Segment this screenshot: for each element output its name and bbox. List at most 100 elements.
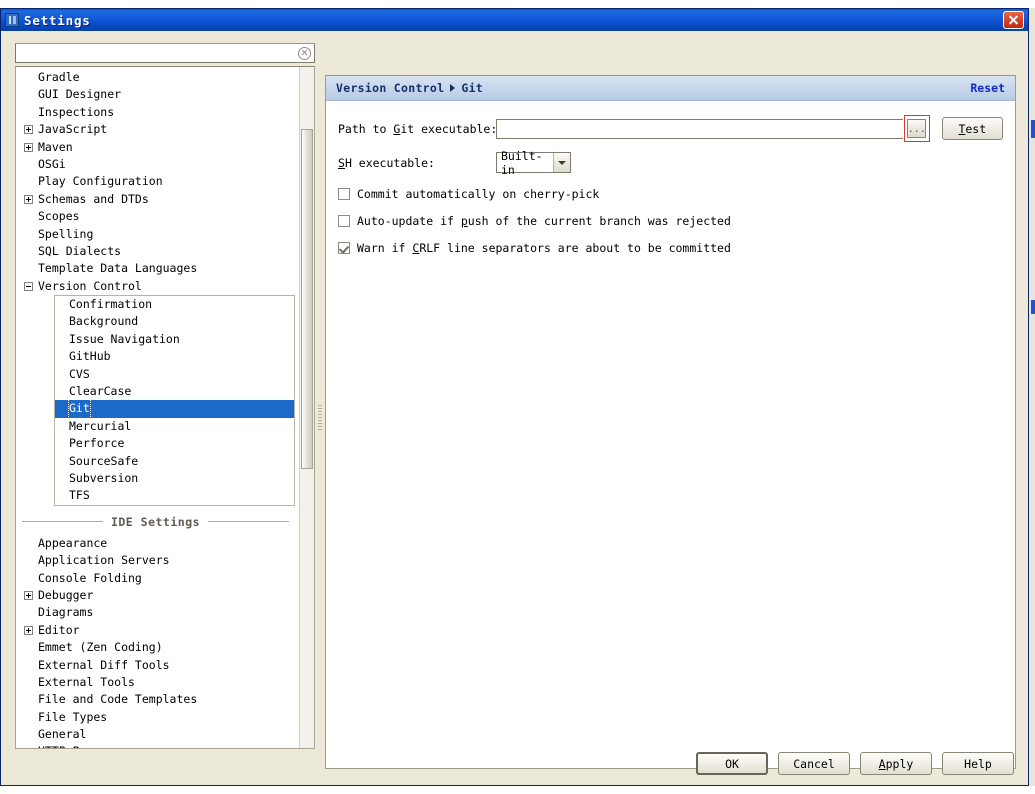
sidebar-item-play-configuration[interactable]: Play Configuration xyxy=(16,173,299,190)
sidebar-item-appearance[interactable]: Appearance xyxy=(16,535,299,552)
sidebar-item-javascript[interactable]: JavaScript xyxy=(16,121,299,138)
sidebar-item-label: SQL Dialects xyxy=(38,243,122,258)
splitter-grip[interactable] xyxy=(318,405,322,431)
sidebar-item-label: JavaScript xyxy=(38,122,108,137)
tree-spacer-icon xyxy=(24,91,33,100)
sidebar-item-sql-dialects[interactable]: SQL Dialects xyxy=(16,243,299,260)
app-icon xyxy=(5,13,19,27)
git-path-input[interactable] xyxy=(496,118,903,139)
browse-button[interactable]: ... xyxy=(907,119,927,138)
test-button[interactable]: Test xyxy=(941,117,1003,140)
sidebar-item-gradle[interactable]: Gradle xyxy=(16,69,299,86)
sidebar-item-file-and-code-templates[interactable]: File and Code Templates xyxy=(16,691,299,708)
sidebar-item-mercurial[interactable]: Mercurial xyxy=(55,418,294,435)
sidebar-item-github[interactable]: GitHub xyxy=(55,348,294,365)
tree-spacer-icon xyxy=(24,556,33,565)
sidebar-item-external-diff-tools[interactable]: External Diff Tools xyxy=(16,657,299,674)
sidebar-item-issue-navigation[interactable]: Issue Navigation xyxy=(55,331,294,348)
sidebar-item-cvs[interactable]: CVS xyxy=(55,366,294,383)
checkbox-1-unchecked[interactable] xyxy=(338,188,350,200)
sidebar-item-label: File Types xyxy=(38,709,108,724)
sidebar-item-sourcesafe[interactable]: SourceSafe xyxy=(55,453,294,470)
sidebar-item-editor[interactable]: Editor xyxy=(16,622,299,639)
sidebar-item-label: Gradle xyxy=(38,70,80,84)
tree-spacer-icon xyxy=(24,108,33,117)
collapse-icon[interactable] xyxy=(24,281,33,291)
reset-link[interactable]: Reset xyxy=(970,81,1005,95)
sidebar-item-git[interactable]: Git xyxy=(55,399,294,419)
chevron-down-icon[interactable] xyxy=(553,153,570,172)
sidebar-item-scopes[interactable]: Scopes xyxy=(16,208,299,225)
checkbox-3-checked[interactable] xyxy=(338,242,350,254)
git-option-row-2[interactable]: Auto-update if push of the current branc… xyxy=(338,214,1003,228)
sidebar-item-general[interactable]: General xyxy=(16,726,299,743)
git-option-row-1[interactable]: Commit automatically on cherry-pick xyxy=(338,187,1003,201)
sidebar-item-file-types[interactable]: File Types xyxy=(16,709,299,726)
checkbox-2-unchecked[interactable] xyxy=(338,215,350,227)
sidebar-item-label: Schemas and DTDs xyxy=(38,191,149,206)
separator-line-left xyxy=(22,521,103,523)
sidebar-item-osgi[interactable]: OSGi xyxy=(16,156,299,173)
sidebar-item-console-folding[interactable]: Console Folding xyxy=(16,570,299,587)
sidebar-item-label: Emmet (Zen Coding) xyxy=(38,640,163,655)
sidebar-item-emmet-zen-coding[interactable]: Emmet (Zen Coding) xyxy=(16,639,299,656)
sidebar-item-background[interactable]: Background xyxy=(55,313,294,330)
help-button[interactable]: Help xyxy=(942,752,1014,775)
sidebar-item-schemas-and-dtds[interactable]: Schemas and DTDs xyxy=(16,191,299,208)
sidebar-item-gui-designer[interactable]: GUI Designer xyxy=(16,86,299,103)
search-input[interactable] xyxy=(16,45,298,61)
cancel-button[interactable]: Cancel xyxy=(778,752,850,775)
background-window-accent-2 xyxy=(1031,300,1035,314)
sidebar-item-application-servers[interactable]: Application Servers xyxy=(16,552,299,569)
sidebar-item-diagrams[interactable]: Diagrams xyxy=(16,604,299,621)
project-settings-group: Gradle GUI Designer Inspections JavaScript M… xyxy=(16,69,299,295)
window-titlebar[interactable]: Settings xyxy=(1,9,1028,31)
sidebar-item-version-control[interactable]: Version Control xyxy=(16,278,299,295)
sidebar-item-label: File and Code Templates xyxy=(38,692,198,707)
expand-icon[interactable] xyxy=(24,125,33,135)
sidebar-item-template-data-languages[interactable]: Template Data Languages xyxy=(16,260,299,277)
sidebar-item-maven[interactable]: Maven xyxy=(16,139,299,156)
sidebar-scrollbar[interactable] xyxy=(299,67,314,748)
sidebar-item-perforce[interactable]: Perforce xyxy=(55,435,294,452)
clear-icon[interactable] xyxy=(298,46,311,60)
sidebar-item-label: ClearCase xyxy=(69,384,132,399)
sidebar-item-label: HTTP Proxy xyxy=(38,743,107,748)
tree-spacer-icon xyxy=(24,609,33,618)
settings-window: Settings Gradle GUI Designer Inspections Ja… xyxy=(0,8,1029,786)
expand-icon[interactable] xyxy=(24,591,33,601)
breadcrumb-root[interactable]: Version Control xyxy=(336,81,444,95)
expand-icon[interactable] xyxy=(24,142,33,152)
sidebar-item-inspections[interactable]: Inspections xyxy=(16,104,299,121)
expand-icon[interactable] xyxy=(24,194,33,204)
sidebar-item-http-proxy[interactable]: HTTP Proxy xyxy=(16,743,299,748)
breadcrumb-leaf: Git xyxy=(461,81,484,95)
search-field[interactable] xyxy=(15,43,315,63)
sidebar-item-spelling[interactable]: Spelling xyxy=(16,226,299,243)
tree-spacer-icon xyxy=(24,713,33,722)
sidebar-item-tfs[interactable]: TFS xyxy=(55,487,294,504)
desktop-background: Settings Gradle GUI Designer Inspections Ja… xyxy=(0,0,1035,794)
sidebar-item-confirmation[interactable]: Confirmation xyxy=(55,296,294,313)
git-option-row-3[interactable]: Warn if CRLF line separators are about t… xyxy=(338,241,1003,255)
tree-spacer-icon xyxy=(24,230,33,239)
ssh-executable-select[interactable]: Built-in xyxy=(496,149,571,177)
window-body: Gradle GUI Designer Inspections JavaScript M… xyxy=(1,31,1028,785)
settings-detail-panel: Version Control Git Reset Path to Git ex… xyxy=(325,75,1016,769)
sidebar-item-clearcase[interactable]: ClearCase xyxy=(55,383,294,400)
sidebar-item-debugger[interactable]: Debugger xyxy=(16,587,299,604)
sidebar-scrollbar-thumb[interactable] xyxy=(301,129,313,469)
sidebar-item-label: Background xyxy=(69,314,139,329)
sidebar-item-external-tools[interactable]: External Tools xyxy=(16,674,299,691)
ok-button[interactable]: OK xyxy=(696,752,768,775)
sidebar-item-label: Template Data Languages xyxy=(38,261,198,276)
close-icon[interactable] xyxy=(1003,11,1024,29)
expand-icon[interactable] xyxy=(24,625,33,635)
pane-splitter[interactable] xyxy=(316,65,324,765)
tree-spacer-icon xyxy=(24,678,33,687)
separator-line-right xyxy=(208,521,289,523)
dialog-button-bar: OK Cancel Apply Help xyxy=(1,752,1028,775)
sidebar-item-subversion[interactable]: Subversion xyxy=(55,470,294,487)
apply-button[interactable]: Apply xyxy=(860,752,932,775)
sidebar-item-label: Application Servers xyxy=(38,553,170,568)
